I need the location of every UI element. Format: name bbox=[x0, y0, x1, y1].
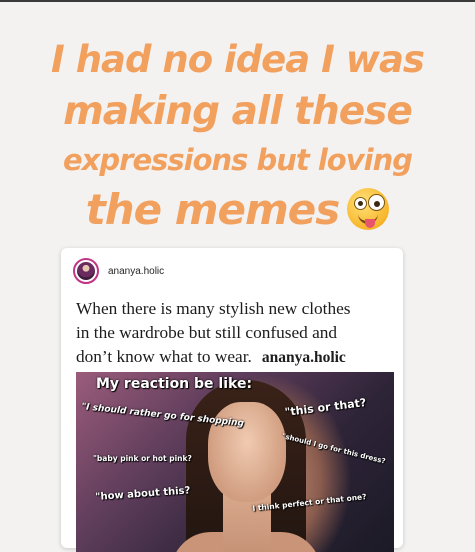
meme-caption: "this or that? bbox=[284, 396, 367, 419]
caption-line-2: making all these bbox=[63, 89, 413, 134]
caption-line-1: I had no idea I was bbox=[51, 38, 425, 81]
post-text-line: don’t know what to wear. ananya.holic bbox=[76, 345, 401, 370]
post-header: ananya.holic bbox=[73, 257, 164, 285]
story-caption: I had no idea I was making all these exp… bbox=[0, 34, 475, 238]
meme-title: My reaction be like: bbox=[96, 376, 253, 392]
meme-caption: "how about this? bbox=[95, 485, 191, 503]
post-text-line: When there is many stylish new clothes bbox=[76, 299, 351, 318]
post-username[interactable]: ananya.holic bbox=[108, 266, 164, 277]
top-divider bbox=[0, 0, 475, 2]
meme-image: My reaction be like: "I should rather go… bbox=[76, 372, 394, 552]
avatar[interactable] bbox=[73, 258, 99, 284]
post-text: When there is many stylish new clothes i… bbox=[76, 297, 401, 370]
caption-line-4-text: the memes bbox=[85, 185, 341, 234]
caption-line-4: the memes bbox=[0, 182, 475, 238]
zany-face-icon bbox=[347, 187, 390, 230]
post-watermark: ananya.holic bbox=[261, 349, 346, 366]
embedded-post[interactable]: ananya.holic When there is many stylish … bbox=[61, 248, 403, 552]
post-text-line: in the wardrobe but still confused and bbox=[76, 323, 338, 342]
post-text-line-3: don’t know what to wear. bbox=[76, 347, 252, 366]
meme-caption: "baby pink or hot pink? bbox=[93, 454, 192, 463]
caption-line-3: expressions but loving bbox=[63, 143, 413, 177]
